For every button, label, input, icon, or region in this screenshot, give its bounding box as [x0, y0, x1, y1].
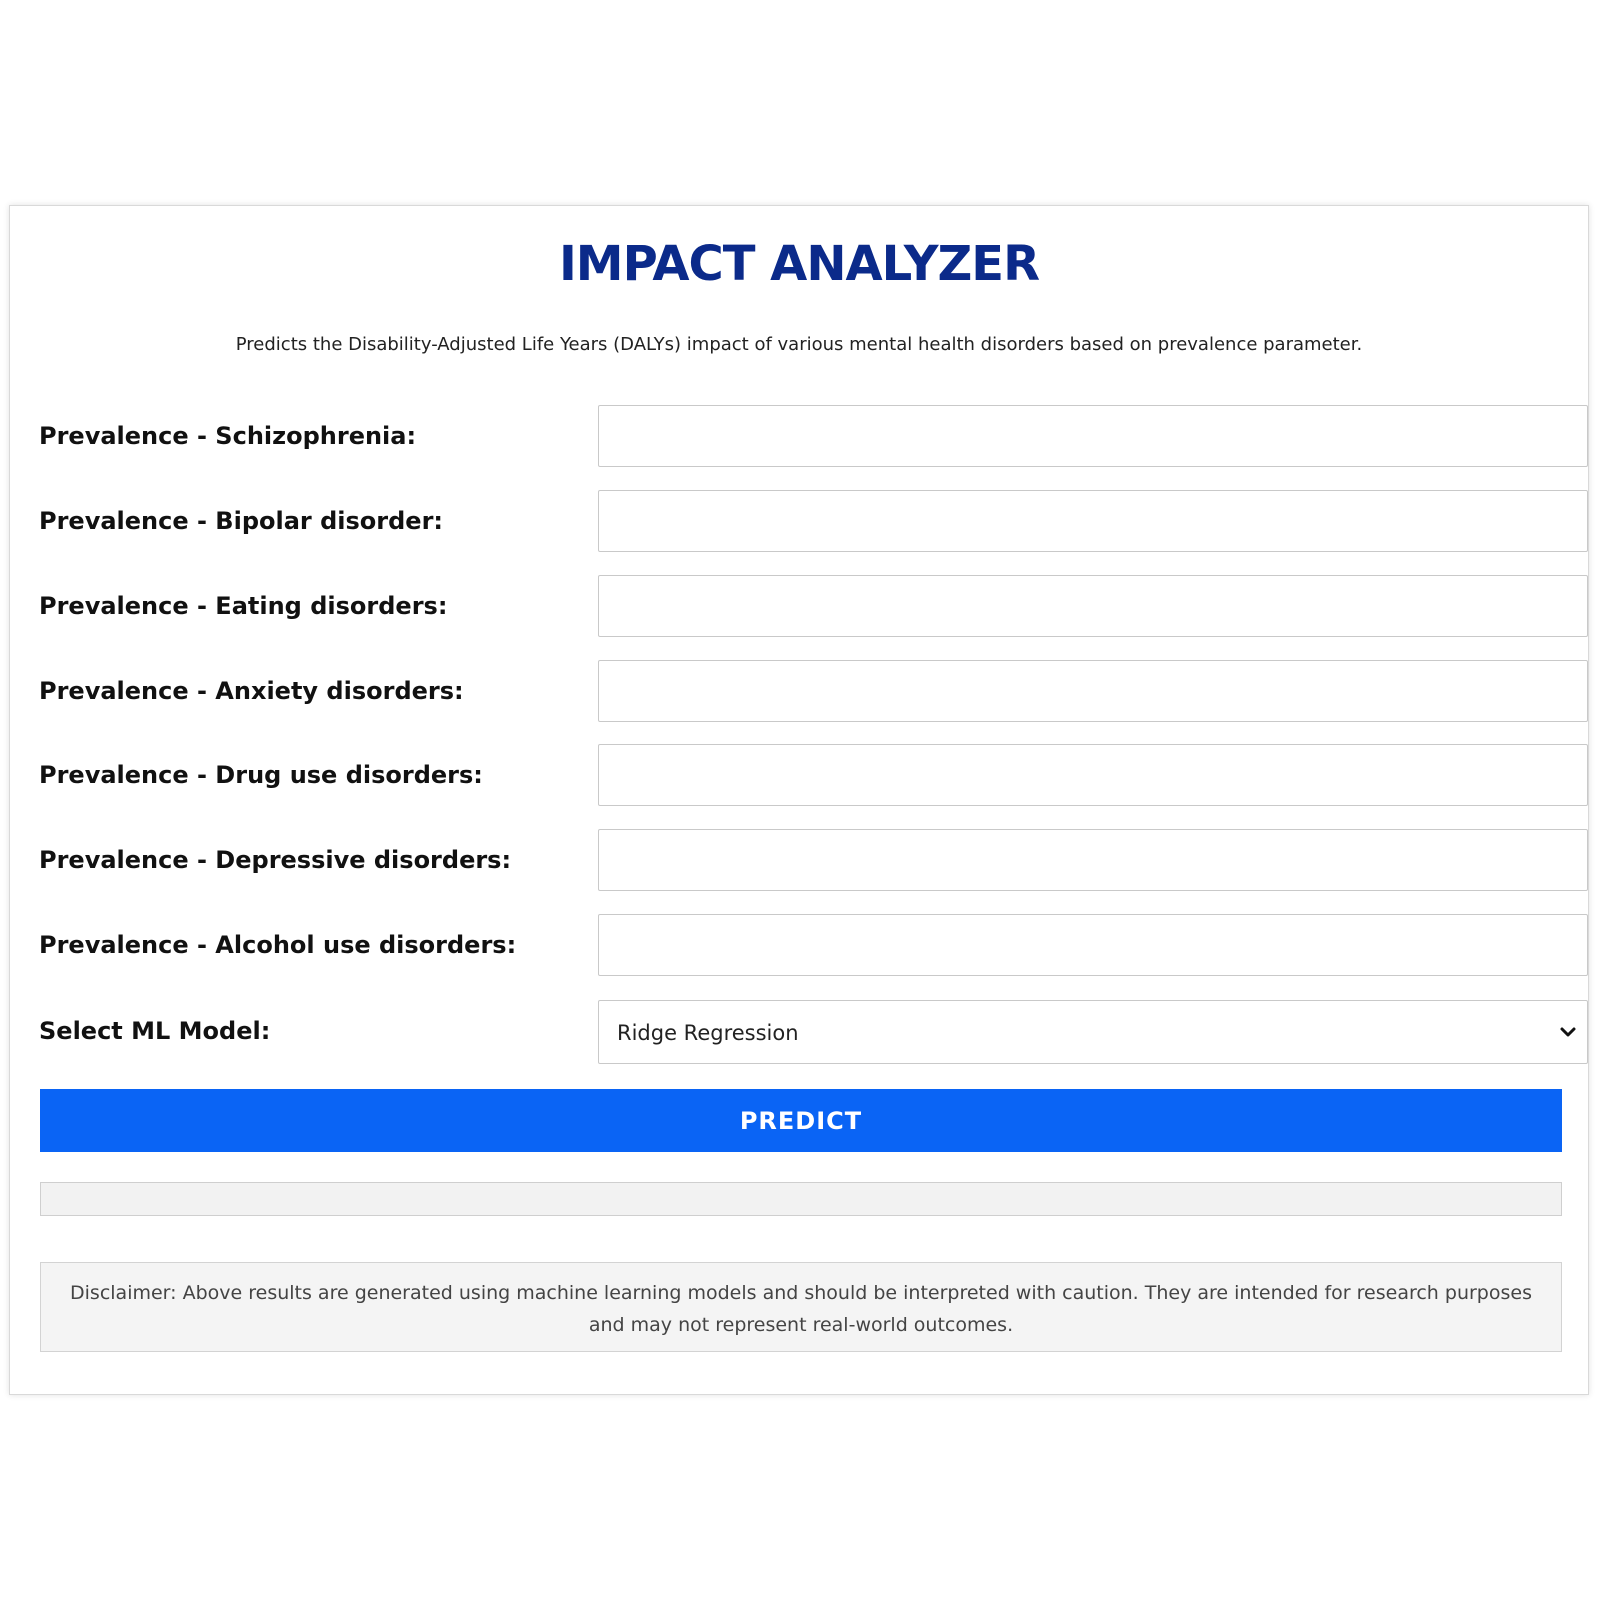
model-select-value: Ridge Regression: [617, 1021, 799, 1045]
field-label-schizophrenia: Prevalence - Schizophrenia:: [39, 422, 417, 450]
alcohol-use-disorders-input[interactable]: [598, 914, 1588, 976]
field-label-alcohol-use: Prevalence - Alcohol use disorders:: [39, 931, 517, 959]
form-row-bipolar: Prevalence - Bipolar disorder:: [39, 490, 1588, 552]
analyzer-card: IMPACT ANALYZER Predicts the Disability-…: [9, 205, 1589, 1395]
model-select[interactable]: Ridge Regression: [598, 1000, 1588, 1064]
form-row-eating: Prevalence - Eating disorders:: [39, 575, 1588, 637]
predict-button[interactable]: PREDICT: [40, 1089, 1562, 1152]
form-row-anxiety: Prevalence - Anxiety disorders:: [39, 660, 1588, 722]
page-title: IMPACT ANALYZER: [558, 236, 1040, 292]
form-row-schizophrenia: Prevalence - Schizophrenia:: [39, 405, 1588, 467]
drug-use-disorders-input[interactable]: [598, 744, 1588, 806]
anxiety-disorders-input[interactable]: [598, 660, 1588, 722]
field-label-anxiety: Prevalence - Anxiety disorders:: [39, 677, 464, 705]
bipolar-disorder-input[interactable]: [598, 490, 1588, 552]
field-label-depressive: Prevalence - Depressive disorders:: [39, 846, 512, 874]
form-row-drug-use: Prevalence - Drug use disorders:: [39, 744, 1588, 806]
prediction-result: [40, 1182, 1562, 1216]
schizophrenia-input[interactable]: [598, 405, 1588, 467]
field-label-model-select: Select ML Model:: [39, 1017, 271, 1045]
form-row-depressive: Prevalence - Depressive disorders:: [39, 829, 1588, 891]
field-label-bipolar: Prevalence - Bipolar disorder:: [39, 507, 444, 535]
page-subtitle: Predicts the Disability-Adjusted Life Ye…: [235, 334, 1363, 355]
field-label-drug-use: Prevalence - Drug use disorders:: [39, 761, 483, 789]
depressive-disorders-input[interactable]: [598, 829, 1588, 891]
disclaimer-text: Disclaimer: Above results are generated …: [70, 1282, 1532, 1336]
chevron-down-icon: [1559, 1023, 1577, 1041]
field-label-eating: Prevalence - Eating disorders:: [39, 592, 448, 620]
form-row-alcohol-use: Prevalence - Alcohol use disorders:: [39, 914, 1588, 976]
disclaimer-box: Disclaimer: Above results are generated …: [40, 1262, 1562, 1352]
eating-disorders-input[interactable]: [598, 575, 1588, 637]
form-row-model-select: Select ML Model: Ridge Regression: [39, 1000, 1588, 1064]
